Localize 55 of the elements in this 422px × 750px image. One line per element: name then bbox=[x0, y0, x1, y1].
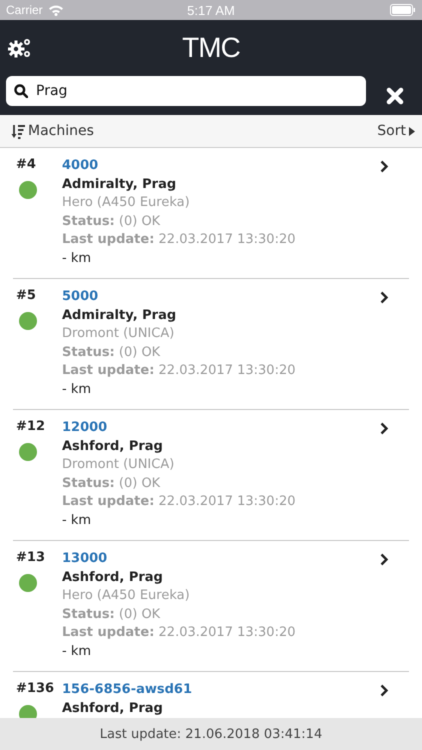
status-text: Status: (0) OK bbox=[62, 606, 162, 624]
chevron-icon bbox=[380, 684, 389, 697]
machine-id-link[interactable]: 12000 bbox=[62, 419, 380, 438]
app-logo: TMC bbox=[182, 32, 240, 64]
gears-icon bbox=[8, 36, 32, 58]
machine-row[interactable]: #4 4000 Admiralty, Prag Hero (A450 Eureka) Status: (0) OK Last update: 22.03.2017 13:30:20 - km bbox=[13, 148, 409, 279]
location-label: Ashford, Prag bbox=[62, 438, 164, 456]
machine-row[interactable]: #5 5000 Admiralty, Prag Dromont (UNICA) Status: (0) OK Last update: 22.03.2017 13:30:20 - km bbox=[13, 279, 409, 410]
search-field[interactable]: Prag bbox=[6, 76, 366, 106]
model-label: Hero (A450 Eureka) bbox=[62, 194, 191, 212]
location-label: Ashford, Prag bbox=[62, 700, 164, 718]
status-text: Status: (0) OK bbox=[62, 344, 162, 362]
sort-icon bbox=[11, 124, 25, 138]
machine-number: #5 bbox=[16, 288, 37, 303]
chevron-icon bbox=[380, 291, 389, 304]
last-update-text: Last update: 22.03.2017 13:30:20 bbox=[62, 362, 296, 380]
caret-icon bbox=[409, 126, 415, 136]
wifi-icon bbox=[48, 4, 64, 16]
last-update-text: Last update: 22.03.2017 13:30:20 bbox=[62, 624, 296, 642]
model-label: Dromont (UNICA) bbox=[62, 325, 176, 343]
location-label: Admiralty, Prag bbox=[62, 306, 178, 324]
machine-row[interactable]: #12 12000 Ashford, Prag Dromont (UNICA) Status: (0) OK Last update: 22.03.2017 13:30:20 - km bbox=[13, 410, 409, 541]
machine-number: #136 bbox=[16, 681, 56, 696]
list-title: Machines bbox=[28, 123, 94, 139]
chevron-icon bbox=[380, 422, 389, 435]
clear-button[interactable] bbox=[384, 85, 406, 107]
battery-icon bbox=[390, 4, 416, 16]
distance-label: - km bbox=[62, 512, 92, 530]
chevron-icon bbox=[380, 160, 389, 173]
last-update-text: Last update: 22.03.2017 13:30:20 bbox=[62, 493, 296, 511]
machine-id-link[interactable]: 5000 bbox=[62, 288, 380, 306]
location-label: Admiralty, Prag bbox=[62, 176, 178, 194]
status-text: Status: (0) OK bbox=[62, 474, 162, 492]
sort-button[interactable]: Sort bbox=[377, 123, 415, 139]
machine-number: #13 bbox=[16, 550, 46, 565]
machine-id-link[interactable]: 4000 bbox=[62, 157, 380, 176]
machine-number: #4 bbox=[16, 157, 37, 172]
machine-id-link[interactable]: 13000 bbox=[62, 550, 380, 568]
machine-id-link[interactable]: 156-6856-awsd61 bbox=[62, 681, 380, 700]
close-icon bbox=[386, 87, 404, 105]
distance-label: - km bbox=[62, 380, 92, 398]
model-label: Dromont (UNICA) bbox=[62, 456, 176, 474]
distance-label: - km bbox=[62, 250, 92, 268]
last-update-text: Last update: 22.03.2017 13:30:20 bbox=[62, 231, 296, 249]
machine-number: #12 bbox=[16, 419, 46, 434]
machine-row[interactable]: #13 13000 Ashford, Prag Hero (A450 Eureka) Status: (0) OK Last update: 22.03.2017 13:30:20 - km bbox=[13, 541, 409, 672]
distance-label: - km bbox=[62, 642, 92, 660]
location-label: Ashford, Prag bbox=[62, 568, 164, 586]
carrier-label: Carrier bbox=[6, 3, 43, 17]
search-icon bbox=[14, 84, 28, 98]
status-text: Status: (0) OK bbox=[62, 212, 162, 230]
model-label: Hero (A450 Eureka) bbox=[62, 587, 191, 605]
chevron-icon bbox=[380, 553, 389, 566]
clock-label: 5:17 AM bbox=[187, 2, 235, 18]
last-update-label: Last update: 21.06.2018 03:41:14 bbox=[100, 726, 322, 742]
